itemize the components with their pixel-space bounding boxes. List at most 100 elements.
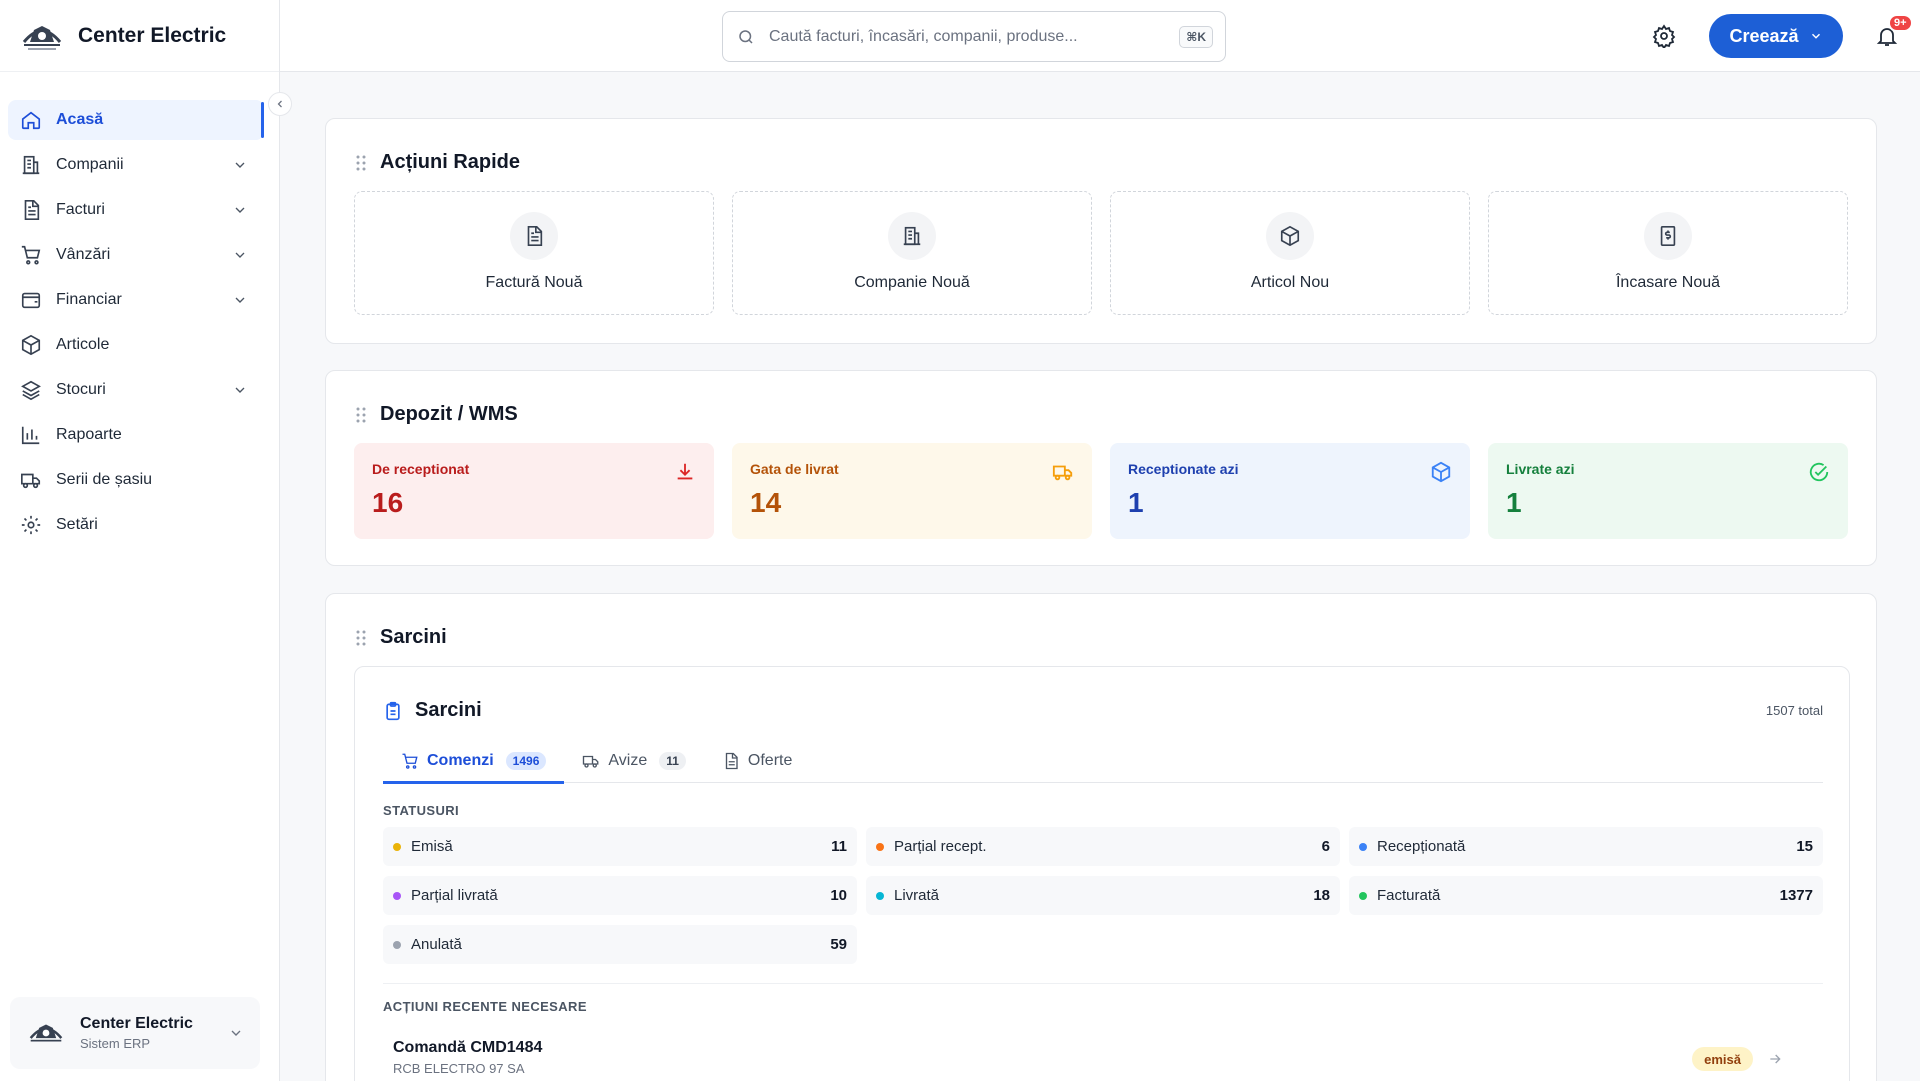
status-grid: Emisă 11 Parțial recept. 6 Recepționată … [383,827,1823,964]
sidebar-item-facturi[interactable]: Facturi [8,190,264,230]
status-facturata[interactable]: Facturată 1377 [1349,876,1823,915]
tasks-section-title: Sarcini [380,626,447,648]
status-dot [876,842,884,851]
sidebar-item-stocuri[interactable]: Stocuri [8,370,264,410]
status-partial-recept[interactable]: Parțial recept. 6 [866,827,1340,866]
sidebar-item-vanzari[interactable]: Vânzări [8,235,264,275]
truck-icon [21,473,41,489]
cart-icon [21,245,41,265]
brand: Center Electric [0,0,279,72]
stat-label: Livrate azi [1506,461,1575,477]
sidebar-item-label: Stocuri [56,381,106,398]
gear-icon [1652,24,1676,48]
search-icon [739,29,753,44]
tab-comenzi[interactable]: Comenzi 1496 [383,739,565,784]
new-article-button[interactable]: Articol Nou [1110,191,1470,315]
chevron-left-icon [277,100,282,108]
new-receipt-button[interactable]: Încasare Nouă [1488,191,1848,315]
top-header: ⌘K Creează 9+ [280,0,1920,72]
company-logo [29,1024,63,1042]
status-count: 11 [831,838,847,855]
check-circle-icon [1809,462,1829,482]
drag-handle-icon[interactable] [356,407,366,423]
create-button[interactable]: Creează [1709,14,1843,58]
new-company-button[interactable]: Companie Nouă [732,191,1092,315]
collapse-sidebar-button[interactable] [268,92,292,116]
tab-label: Comenzi [427,752,494,769]
search-input[interactable] [769,27,1169,46]
sidebar-item-financiar[interactable]: Financiar [8,280,264,320]
quick-action-label: Factură Nouă [485,274,583,291]
document-icon [725,752,738,770]
create-button-label: Creează [1729,25,1799,46]
stat-value: 16 [372,487,404,518]
status-count: 15 [1796,838,1813,855]
tab-label: Oferte [747,752,793,769]
box-icon [1280,225,1300,247]
sidebar-item-label: Setări [56,516,98,533]
stat-label: Receptionate azi [1128,461,1239,477]
status-dot [393,940,401,949]
status-label: Emisă [411,838,453,855]
chevron-down-icon [231,1030,241,1036]
drag-handle-icon[interactable] [356,155,366,171]
divider [383,983,1823,984]
status-count: 59 [830,936,847,953]
status-count: 10 [830,887,847,904]
status-emisa[interactable]: Emisă 11 [383,827,857,866]
sidebar-item-articole[interactable]: Articole [8,325,264,365]
chevron-down-icon [235,252,245,258]
sidebar-item-rapoarte[interactable]: Rapoarte [8,415,264,455]
sidebar-item-label: Serii de șasiu [56,471,153,488]
status-partial-livrata[interactable]: Parțial livrată 10 [383,876,857,915]
stat-card-to-receive[interactable]: De receptionat 16 [354,443,714,539]
truck-icon [1052,465,1073,481]
status-receptionata[interactable]: Recepționată 15 [1349,827,1823,866]
sidebar-item-label: Financiar [56,291,122,308]
recent-action-row[interactable]: Comandă CMD1484 RCB ELECTRO 97 SA emisă [393,1039,1813,1081]
drag-handle-icon[interactable] [356,630,366,646]
tasks-total: 1507 total [1765,703,1823,718]
company-switcher[interactable]: Center Electric Sistem ERP [10,997,260,1069]
settings-button[interactable] [1652,24,1676,48]
sidebar-item-label: Companii [56,156,124,173]
status-badge: emisă [1692,1047,1753,1071]
sidebar-item-companii[interactable]: Companii [8,145,264,185]
arrow-right-icon[interactable] [1767,1051,1783,1067]
stat-card-ready-to-ship[interactable]: Gata de livrat 14 [732,443,1092,539]
quick-action-label: Companie Nouă [854,274,970,291]
company-name: Center Electric [80,1015,193,1032]
stat-card-delivered-today[interactable]: Livrate azi 1 [1488,443,1848,539]
tab-oferte[interactable]: Oferte [704,739,810,783]
sidebar-item-label: Acasă [56,111,104,128]
new-invoice-button[interactable]: Factură Nouă [354,191,714,315]
sidebar-item-label: Facturi [56,201,105,218]
building-icon [22,155,40,175]
sidebar-item-acasa[interactable]: Acasă [8,100,264,140]
home-icon [21,111,41,130]
sidebar-item-serii-sasiu[interactable]: Serii de șasiu [8,460,264,500]
document-icon [527,226,543,246]
tab-avize[interactable]: Avize 11 [564,739,704,783]
cart-icon [402,753,418,769]
quick-action-label: Articol Nou [1250,274,1330,291]
status-dot [393,891,401,900]
warehouse-title: Depozit / WMS [380,403,518,425]
receipt-icon [1660,226,1676,246]
status-count: 1377 [1779,887,1813,904]
status-anulata[interactable]: Anulată 59 [383,925,857,964]
chevron-down-icon [235,297,245,303]
chevron-down-icon [235,207,245,213]
stat-card-received-today[interactable]: Receptionate azi 1 [1110,443,1470,539]
app-name: Center Electric [78,23,227,47]
sidebar-item-setari[interactable]: Setări [8,505,264,545]
chevron-down-icon [1811,33,1820,39]
chevron-down-icon [235,162,245,168]
sidebar-item-label: Rapoarte [56,426,122,443]
status-label: Facturată [1377,887,1441,904]
search-box[interactable]: ⌘K [722,11,1226,62]
status-dot [393,842,401,851]
download-icon [677,463,693,480]
status-dot [876,891,884,900]
status-livrata[interactable]: Livrată 18 [866,876,1340,915]
